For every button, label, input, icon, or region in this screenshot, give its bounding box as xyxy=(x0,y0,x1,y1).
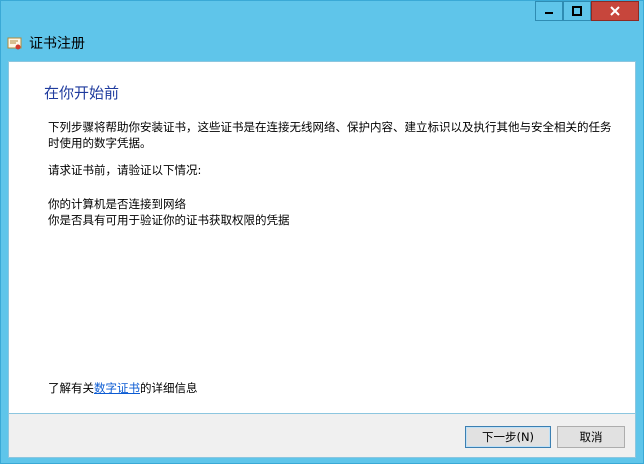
certificate-enrollment-window: 证书注册 在你开始前 下列步骤将帮助你安装证书，这些证书是在连接无线网络、保护内… xyxy=(0,0,644,464)
close-icon xyxy=(610,6,620,16)
close-button[interactable] xyxy=(591,1,639,21)
next-button[interactable]: 下一步(N) xyxy=(465,426,551,448)
maximize-icon xyxy=(572,6,582,16)
learn-more-text: 了解有关数字证书的详细信息 xyxy=(48,380,198,396)
cancel-button[interactable]: 取消 xyxy=(557,426,625,448)
minimize-button[interactable] xyxy=(535,1,563,21)
content-panel: 在你开始前 下列步骤将帮助你安装证书，这些证书是在连接无线网络、保护内容、建立标… xyxy=(8,61,636,414)
certificate-icon xyxy=(7,37,22,50)
verify-intro-text: 请求证书前，请验证以下情况: xyxy=(48,163,202,177)
digital-certificate-link[interactable]: 数字证书 xyxy=(94,381,140,395)
page-heading: 在你开始前 xyxy=(44,84,120,102)
window-title: 证书注册 xyxy=(29,36,85,52)
button-bar: 下一步(N) 取消 xyxy=(8,414,636,458)
maximize-button[interactable] xyxy=(563,1,591,21)
check-item-network: 你的计算机是否连接到网络 xyxy=(48,197,186,211)
description-text: 下列步骤将帮助你安装证书，这些证书是在连接无线网络、保护内容、建立标识以及执行其… xyxy=(48,120,612,150)
check-item-credentials: 你是否具有可用于验证你的证书获取权限的凭据 xyxy=(48,213,290,227)
title-bar[interactable] xyxy=(1,1,643,25)
learn-more-suffix: 的详细信息 xyxy=(140,381,198,395)
learn-more-prefix: 了解有关 xyxy=(48,381,94,395)
minimize-icon xyxy=(545,12,553,14)
